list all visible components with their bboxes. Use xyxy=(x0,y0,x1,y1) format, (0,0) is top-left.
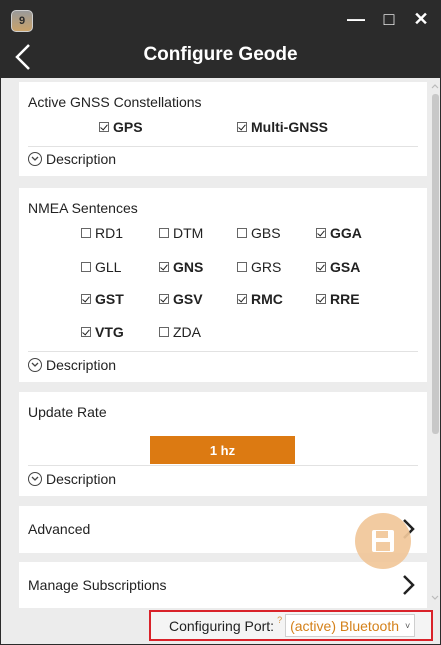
chevron-down-circle-icon xyxy=(28,152,42,166)
update-rate-title: Update Rate xyxy=(28,404,107,420)
port-select-value: (active) Bluetooth xyxy=(290,617,400,634)
scroll-down-arrow-icon[interactable] xyxy=(429,592,441,602)
configuring-port-bar: Configuring Port: ? (active) Bluetooth ˅ xyxy=(149,610,433,641)
checkbox-rd1[interactable]: RD1 xyxy=(81,225,123,241)
checkbox-label: GRS xyxy=(251,259,282,275)
checkbox-vtg[interactable]: VTG xyxy=(81,324,124,340)
gnss-description-toggle[interactable]: Description xyxy=(28,151,116,167)
checkbox-icon xyxy=(316,228,326,238)
advanced-label: Advanced xyxy=(28,521,91,537)
checkbox-icon xyxy=(81,294,91,304)
checkbox-label: GBS xyxy=(251,225,281,241)
checkbox-rre[interactable]: RRE xyxy=(316,291,360,307)
checkbox-multi-gnss[interactable]: Multi-GNSS xyxy=(237,119,328,135)
checkbox-zda[interactable]: ZDA xyxy=(159,324,201,340)
checkbox-gll[interactable]: GLL xyxy=(81,259,121,275)
manage-subscriptions-row[interactable]: Manage Subscriptions xyxy=(19,562,427,608)
checkbox-label: RRE xyxy=(330,291,360,307)
checkbox-label: RD1 xyxy=(95,225,124,241)
checkbox-gst[interactable]: GST xyxy=(81,291,124,307)
checkbox-label: GSV xyxy=(173,291,203,307)
scroll-up-arrow-icon[interactable] xyxy=(429,82,441,92)
checkbox-gns[interactable]: GNS xyxy=(159,259,203,275)
checkbox-icon xyxy=(159,327,169,337)
save-button[interactable] xyxy=(355,513,411,569)
checkbox-icon xyxy=(237,122,247,132)
title-bar: 9 — □ ✕ Configure Geode xyxy=(1,0,440,78)
app-icon: 9 xyxy=(11,10,33,32)
close-button[interactable]: ✕ xyxy=(406,4,436,34)
save-icon xyxy=(372,530,394,552)
checkbox-icon xyxy=(316,262,326,272)
help-icon[interactable]: ? xyxy=(277,615,282,625)
update-rate-button[interactable]: 1 hz xyxy=(150,436,295,464)
checkbox-icon xyxy=(237,294,247,304)
nmea-title: NMEA Sentences xyxy=(28,200,138,216)
checkbox-icon xyxy=(237,262,247,272)
divider xyxy=(28,146,418,147)
checkbox-icon xyxy=(99,122,109,132)
checkbox-icon xyxy=(81,327,91,337)
maximize-button[interactable]: □ xyxy=(374,4,404,34)
port-select[interactable]: (active) Bluetooth ˅ xyxy=(285,614,416,637)
vertical-scrollbar[interactable] xyxy=(429,82,441,602)
checkbox-gsv[interactable]: GSV xyxy=(159,291,203,307)
divider xyxy=(28,351,418,352)
checkbox-label: GSA xyxy=(330,259,361,275)
update-rate-description-toggle[interactable]: Description xyxy=(28,471,116,487)
checkbox-gsa[interactable]: GSA xyxy=(316,259,360,275)
checkbox-label: DTM xyxy=(173,225,204,241)
nmea-card: NMEA Sentences RD1 DTM GBS GGA GLL GNS G… xyxy=(19,188,427,382)
checkbox-grs[interactable]: GRS xyxy=(237,259,281,275)
description-label: Description xyxy=(46,471,117,487)
chevron-down-icon: ˅ xyxy=(405,620,411,631)
checkbox-label: Multi-GNSS xyxy=(251,119,328,135)
checkbox-icon xyxy=(81,228,91,238)
checkbox-icon xyxy=(81,262,91,272)
checkbox-label: GST xyxy=(95,291,124,307)
scroll-thumb[interactable] xyxy=(432,94,439,434)
checkbox-label: ZDA xyxy=(173,324,201,340)
app-window: 9 — □ ✕ Configure Geode Active GNSS Cons… xyxy=(0,0,441,645)
checkbox-label: RMC xyxy=(251,291,283,307)
checkbox-icon xyxy=(159,228,169,238)
nmea-description-toggle[interactable]: Description xyxy=(28,357,116,373)
checkbox-label: GLL xyxy=(95,259,122,275)
gnss-title: Active GNSS Constellations xyxy=(28,94,202,110)
chevron-down-circle-icon xyxy=(28,472,42,486)
checkbox-label: GPS xyxy=(113,119,143,135)
manage-subscriptions-label: Manage Subscriptions xyxy=(28,577,167,593)
update-rate-card: Update Rate 1 hz Description xyxy=(19,392,427,496)
checkbox-label: GGA xyxy=(330,225,362,241)
divider xyxy=(28,465,418,466)
description-label: Description xyxy=(46,151,117,167)
port-label: Configuring Port: xyxy=(169,617,275,634)
checkbox-icon xyxy=(159,294,169,304)
checkbox-icon xyxy=(237,228,247,238)
checkbox-icon xyxy=(159,262,169,272)
checkbox-label: GNS xyxy=(173,259,204,275)
checkbox-dtm[interactable]: DTM xyxy=(159,225,203,241)
checkbox-label: VTG xyxy=(95,324,124,340)
checkbox-gps[interactable]: GPS xyxy=(99,119,143,135)
description-label: Description xyxy=(46,357,117,373)
checkbox-rmc[interactable]: RMC xyxy=(237,291,283,307)
checkbox-gbs[interactable]: GBS xyxy=(237,225,281,241)
checkbox-icon xyxy=(316,294,326,304)
chevron-down-circle-icon xyxy=(28,358,42,372)
chevron-right-icon xyxy=(403,575,415,595)
gnss-card: Active GNSS Constellations GPS Multi-GNS… xyxy=(19,82,427,176)
minimize-button[interactable]: — xyxy=(341,4,371,34)
checkbox-gga[interactable]: GGA xyxy=(316,225,362,241)
page-title: Configure Geode xyxy=(143,44,298,65)
